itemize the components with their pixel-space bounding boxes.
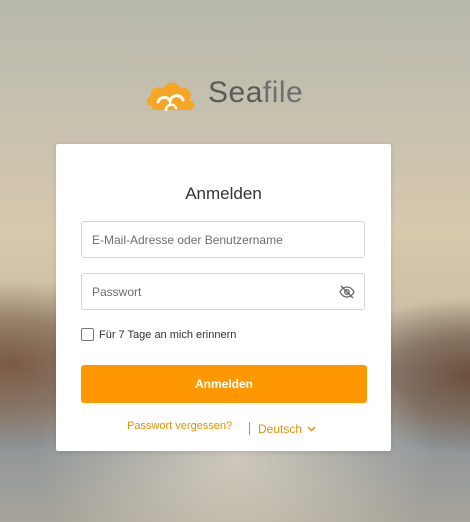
- logo-wordmark: Seafile: [208, 76, 304, 109]
- password-field: [81, 273, 365, 310]
- seafile-cloud-icon: [146, 82, 195, 112]
- password-input[interactable]: [92, 274, 332, 309]
- divider: [249, 422, 250, 435]
- remember-me[interactable]: Für 7 Tage an mich erinnern: [81, 328, 236, 341]
- login-footer: Passwort vergessen? Deutsch: [56, 420, 391, 438]
- login-button[interactable]: Anmelden: [81, 365, 367, 403]
- remember-label: Für 7 Tage an mich erinnern: [99, 328, 237, 341]
- language-select[interactable]: Deutsch: [258, 422, 316, 436]
- language-label: Deutsch: [258, 422, 303, 436]
- seafile-logo: Seafile: [144, 70, 304, 116]
- forgot-password-link[interactable]: Passwort vergessen?: [127, 420, 232, 432]
- email-field: [81, 221, 365, 258]
- login-card: Anmelden Für 7 Tage an mich erinnern Anm…: [56, 144, 391, 451]
- login-title: Anmelden: [185, 184, 262, 203]
- eye-off-icon[interactable]: [339, 285, 355, 299]
- chevron-down-icon: [307, 426, 316, 432]
- remember-checkbox[interactable]: [81, 328, 94, 341]
- email-input[interactable]: [92, 222, 332, 257]
